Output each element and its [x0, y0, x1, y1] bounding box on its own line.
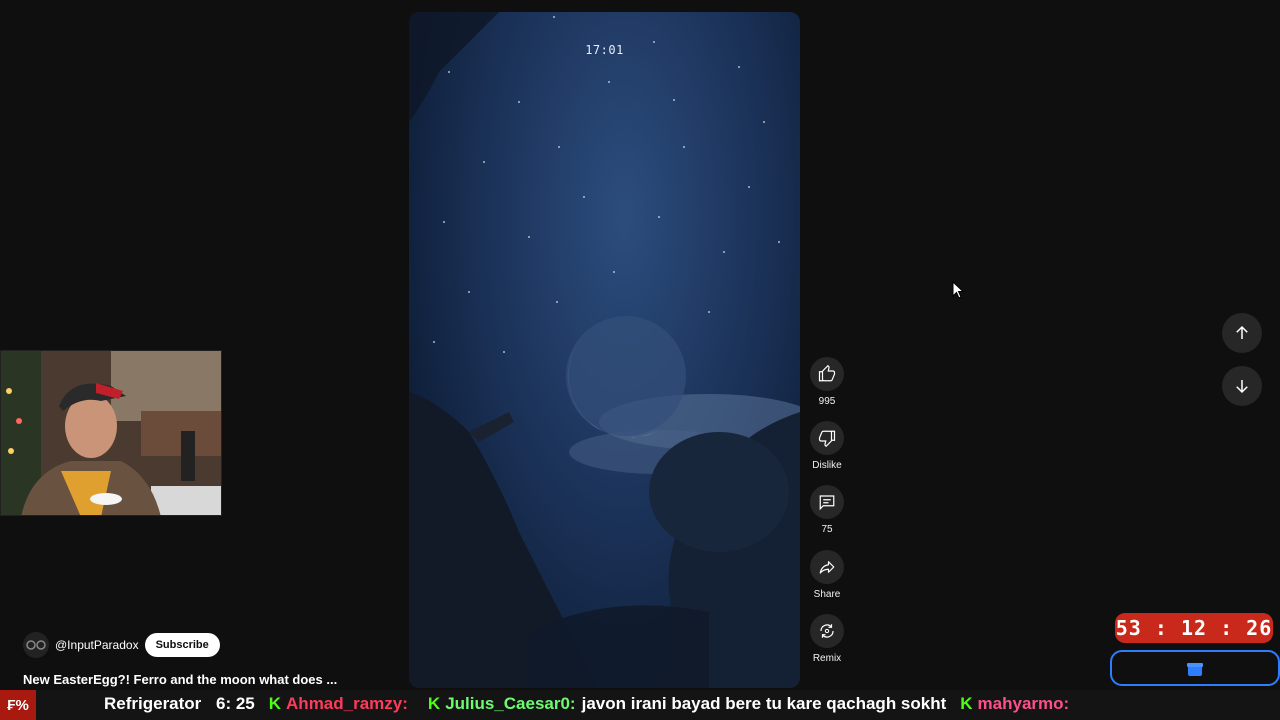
chat-message: javon irani bayad bere tu kare qachagh s…	[581, 694, 947, 713]
ticker-partial-text: 6: 25	[216, 694, 255, 713]
channel-logo-icon	[26, 640, 46, 650]
night-sky-scene	[409, 12, 800, 688]
like-count: 995	[818, 396, 836, 407]
remix-icon	[820, 624, 834, 638]
like-button[interactable]	[810, 357, 844, 391]
now-playing-song: Refrigerator	[104, 694, 202, 713]
dislike-action[interactable]: Dislike	[806, 421, 848, 471]
channel-handle[interactable]: @InputParadox	[55, 638, 139, 652]
chat-username: Julius_Caesar0:	[445, 694, 576, 713]
share-icon	[819, 561, 835, 574]
share-action[interactable]: Share	[806, 550, 848, 600]
remix-action[interactable]: Remix	[806, 614, 848, 664]
gift-icon	[1187, 663, 1203, 676]
chat-ticker: 6: 25 K Ahmad_ramzy: K Julius_Caesar0: j…	[216, 694, 1069, 714]
ticker-badge: ₣%	[0, 690, 36, 720]
chat-username: mahyarmo:	[977, 694, 1070, 713]
kick-badge-icon: K	[427, 694, 441, 713]
dislike-button[interactable]	[810, 421, 844, 455]
stream-ticker-bar: ₣% Refrigerator 6: 25 K Ahmad_ramzy: K J…	[0, 690, 1280, 720]
video-title[interactable]: New EasterEgg?! Ferro and the moon what …	[23, 672, 337, 687]
like-action[interactable]: 995	[806, 357, 848, 407]
short-video-player[interactable]: 17:01	[409, 12, 800, 688]
arrow-down-icon	[1236, 380, 1248, 394]
comment-action[interactable]: 75	[806, 485, 848, 535]
thumbs-down-icon	[818, 430, 836, 447]
comment-button[interactable]	[810, 485, 844, 519]
next-video-button[interactable]	[1222, 366, 1262, 406]
kick-badge-icon: K	[960, 694, 973, 713]
share-label: Share	[813, 589, 841, 600]
video-timestamp: 17:01	[585, 43, 624, 57]
previous-video-button[interactable]	[1222, 313, 1262, 353]
dislike-label: Dislike	[812, 460, 842, 471]
share-button[interactable]	[810, 550, 844, 584]
subscribe-button[interactable]: Subscribe	[144, 633, 220, 657]
webcam-feed-image	[1, 351, 221, 515]
kick-badge-icon: K	[268, 694, 282, 713]
stream-timer: 53 : 12 : 26	[1115, 613, 1273, 643]
chat-username: Ahmad_ramzy:	[286, 694, 408, 713]
comment-icon	[819, 495, 835, 511]
remix-label: Remix	[812, 653, 842, 664]
comment-count: 75	[821, 524, 833, 535]
timer-widget-frame	[1110, 650, 1280, 686]
mouse-cursor-icon	[952, 281, 964, 299]
remix-button[interactable]	[810, 614, 844, 648]
channel-avatar[interactable]	[23, 632, 49, 658]
arrow-up-icon	[1236, 325, 1248, 339]
channel-info: @InputParadox Subscribe	[23, 632, 220, 658]
thumbs-up-icon	[818, 365, 836, 382]
streamer-webcam	[0, 350, 222, 516]
